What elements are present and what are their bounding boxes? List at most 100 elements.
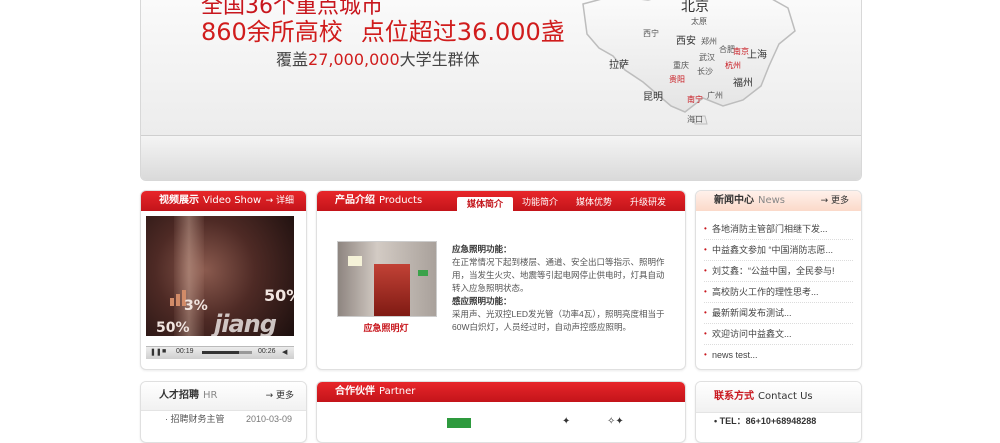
video-overlay-pct: 50% xyxy=(156,320,190,336)
news-panel-header: 新闻中心 News → 更多 xyxy=(696,191,861,211)
tab-function-intro[interactable]: 功能简介 xyxy=(513,195,567,211)
product-panel-header: 产品介绍 Products 媒体简介 功能简介 媒体优势 升级研发 xyxy=(317,191,685,211)
seek-bar[interactable] xyxy=(202,351,252,354)
map-city-label: 南宁 xyxy=(687,95,703,104)
map-city-label: 杭州 xyxy=(725,61,741,70)
video-panel-header: 视频展示 Video Show → 详细 xyxy=(141,191,306,211)
video-bar-graphic xyxy=(170,298,174,306)
news-item[interactable]: 中益鑫文参加 “中国消防志愿... xyxy=(704,240,853,261)
photo-lamp xyxy=(348,256,362,266)
video-panel-title: 视频展示 xyxy=(159,195,199,206)
partner-panel: 合作伙伴 Partner ✦ ✧✦ xyxy=(316,381,686,443)
hr-item-title: · 招聘财务主管 xyxy=(165,414,225,424)
photo-exit-sign xyxy=(418,270,428,276)
hr-panel: 人才招聘 HR → 更多 · 招聘财务主管 2010-03-09 xyxy=(140,381,307,443)
map-city-label: 贵阳 xyxy=(669,75,685,84)
map-city-label: 郑州 xyxy=(701,37,717,46)
news-item[interactable]: 高校防火工作的理性思考... xyxy=(704,282,853,303)
news-item[interactable]: 欢迎访问中益鑫文... xyxy=(704,324,853,345)
product-description: 应急照明功能： 在正常情况下起到楼层、通道、安全出口等指示、照明作用，当发生火灾… xyxy=(452,243,672,334)
hero-banner: 全国36个重点城市 860余所高校 点位超过36.000盏 覆盖27,000,00… xyxy=(140,0,862,181)
partner-logo[interactable] xyxy=(447,418,471,428)
contact-panel-title: 联系方式 xyxy=(714,391,754,402)
contact-panel-header: 联系方式 Contact Us xyxy=(696,382,861,413)
tab-media-intro[interactable]: 媒体简介 xyxy=(456,197,513,211)
section-body: 在正常情况下起到楼层、通道、安全出口等指示、照明作用，当发生火灾、地震等引起电网… xyxy=(452,257,665,293)
partner-logo[interactable]: ✧✦ xyxy=(607,416,633,427)
video-overlay-pct: 3% xyxy=(184,298,208,314)
banner-subline-suffix: 大学生群体 xyxy=(399,50,480,69)
news-panel-title: 新闻中心 xyxy=(714,195,754,206)
banner-subline-prefix: 覆盖 xyxy=(276,50,309,69)
hr-panel-title-en: HR xyxy=(203,390,218,401)
play-pause-icon[interactable]: ❚❚ xyxy=(150,348,162,356)
tab-media-advantage[interactable]: 媒体优势 xyxy=(567,195,621,211)
map-city-label: 武汉 xyxy=(699,53,715,62)
map-city-label: 上海 xyxy=(747,50,767,61)
partner-logo[interactable]: ✦ xyxy=(562,416,572,427)
product-panel-title-en: Products xyxy=(379,195,423,206)
banner-subline: 覆盖27,000,000大学生群体 xyxy=(276,46,480,70)
video-panel: 视频展示 Video Show → 详细 3% 50% 50% jiang ❚❚ … xyxy=(140,190,307,370)
partner-panel-title: 合作伙伴 xyxy=(335,386,375,397)
news-item[interactable]: 刘艾鑫：“公益中国，全民参与! xyxy=(704,261,853,282)
hr-panel-title: 人才招聘 xyxy=(159,390,199,401)
video-overlay-brand: jiang xyxy=(214,310,277,336)
volume-icon[interactable]: ◀ xyxy=(282,348,287,356)
product-image[interactable] xyxy=(337,241,437,317)
banner-headline-left: 860余所高校 xyxy=(201,18,343,46)
map-city-label: 北京 xyxy=(681,0,709,15)
map-city-label: 西安 xyxy=(676,36,696,47)
video-bar-graphic xyxy=(176,294,180,306)
photo-stair xyxy=(374,264,410,316)
hr-panel-header: 人才招聘 HR → 更多 xyxy=(141,382,306,411)
section-body: 采用声、光双控LED发光管（功率4瓦），照明亮度相当于60W白炽灯，人员经过时，… xyxy=(452,309,665,332)
time-elapsed: 00:19 xyxy=(176,348,194,355)
map-city-label: 昆明 xyxy=(643,92,663,103)
map-city-label: 广州 xyxy=(707,91,723,100)
news-panel-title-en: News xyxy=(758,195,786,206)
china-map: 北京 太原 西宁 西安 郑州 合肥 南京 上海 拉萨 武汉 重庆 长沙 杭州 贵… xyxy=(573,0,813,126)
product-tabs: 媒体简介 功能简介 媒体优势 升级研发 xyxy=(456,195,675,211)
video-player[interactable]: 3% 50% 50% jiang xyxy=(146,216,294,336)
news-panel: 新闻中心 News → 更多 各地消防主管部门相继下发... 中益鑫文参加 “中国… xyxy=(695,190,862,370)
product-panel-title: 产品介绍 xyxy=(335,195,375,206)
news-list: 各地消防主管部门相继下发... 中益鑫文参加 “中国消防志愿... 刘艾鑫：“公… xyxy=(696,219,861,365)
map-city-label: 太原 xyxy=(691,17,707,26)
partner-panel-header: 合作伙伴 Partner xyxy=(317,382,685,402)
banner-headline: 860余所高校 点位超过36.000盏 xyxy=(201,12,565,47)
video-panel-title-en: Video Show xyxy=(203,195,262,206)
partner-panel-title-en: Partner xyxy=(379,386,416,397)
tab-upgrade-rd[interactable]: 升级研发 xyxy=(621,195,675,211)
section-title: 感应照明功能： xyxy=(452,296,512,306)
hr-list-item[interactable]: · 招聘财务主管 2010-03-09 xyxy=(141,411,306,427)
video-more-link[interactable]: → 详细 xyxy=(266,191,294,211)
stop-icon[interactable]: ■ xyxy=(162,348,166,355)
section-title: 应急照明功能： xyxy=(452,244,512,254)
map-city-label: 拉萨 xyxy=(609,60,629,71)
banner-headline-right: 点位超过36.000盏 xyxy=(360,18,565,46)
news-item[interactable]: news test... xyxy=(704,345,853,365)
time-total: 00:26 xyxy=(258,348,276,355)
video-overlay-pct: 50% xyxy=(264,286,294,305)
video-controls: ❚❚ ■ 00:19 00:26 ◀ xyxy=(146,346,294,359)
contact-panel-title-en: Contact Us xyxy=(758,391,813,402)
news-item[interactable]: 各地消防主管部门相继下发... xyxy=(704,219,853,240)
banner-main-area: 全国36个重点城市 860余所高校 点位超过36.000盏 覆盖27,000,00… xyxy=(141,0,861,135)
banner-footer-strip xyxy=(141,135,861,180)
map-city-label: 福州 xyxy=(733,78,753,89)
map-city-label: 重庆 xyxy=(673,61,689,70)
product-panel: 产品介绍 Products 媒体简介 功能简介 媒体优势 升级研发 应急照明灯 应… xyxy=(316,190,686,370)
map-city-label: 海口 xyxy=(687,115,703,124)
hr-more-link[interactable]: → 更多 xyxy=(266,382,294,410)
map-city-label: 长沙 xyxy=(697,67,713,76)
hr-item-date: 2010-03-09 xyxy=(245,414,292,424)
banner-subline-number: 27,000,000 xyxy=(308,50,400,69)
news-more-link[interactable]: → 更多 xyxy=(821,191,849,211)
news-item[interactable]: 最新新闻发布测试... xyxy=(704,303,853,324)
contact-tel: • TEL：86+10+68948288 xyxy=(714,416,817,426)
product-image-caption[interactable]: 应急照明灯 xyxy=(337,321,435,334)
video-light-stripe xyxy=(174,216,204,336)
map-city-label: 西宁 xyxy=(643,29,659,38)
contact-panel: 联系方式 Contact Us • TEL：86+10+68948288 xyxy=(695,381,862,443)
